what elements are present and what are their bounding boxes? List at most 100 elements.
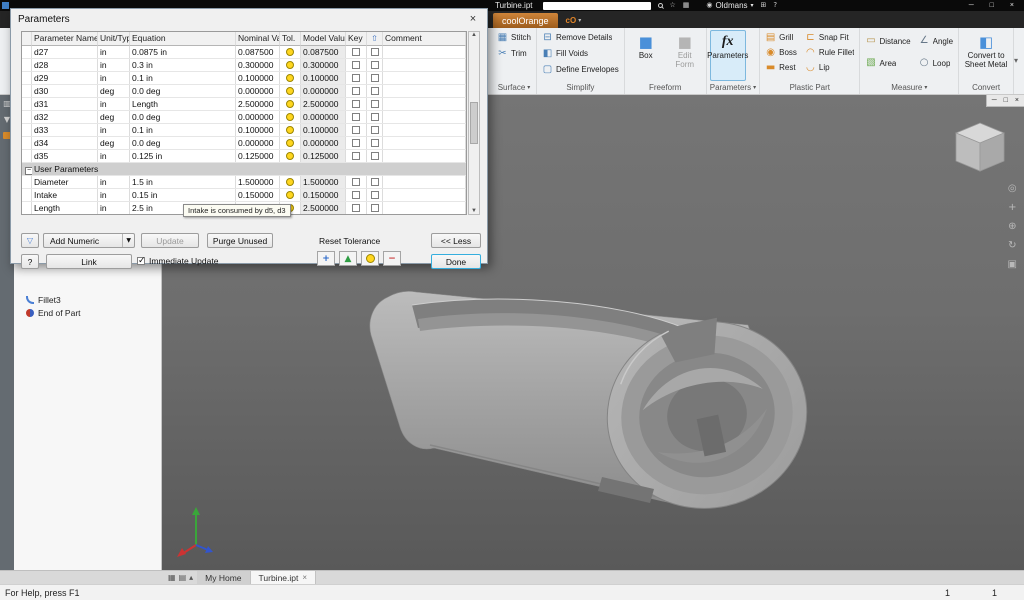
comment-cell[interactable] (383, 176, 466, 188)
key-checkbox[interactable] (352, 74, 360, 82)
export-checkbox[interactable] (371, 113, 379, 121)
param-row[interactable]: d28in0.3 in0.3000000.300000 (22, 59, 466, 72)
tolerance-indicator-icon[interactable] (286, 74, 294, 82)
tolerance-median-button[interactable]: ▲ (339, 251, 357, 266)
ribbon-button-convert-to-sheet-metal[interactable]: ◧Convert to Sheet Metal (962, 30, 1010, 81)
app-icon[interactable] (2, 2, 9, 9)
search-box[interactable] (543, 2, 651, 10)
tolerance-indicator-icon[interactable] (286, 139, 294, 147)
key-checkbox[interactable] (352, 152, 360, 160)
key-checkbox[interactable] (352, 87, 360, 95)
expand-docbar-icon[interactable]: ▴ (189, 573, 193, 582)
col-parameter-name[interactable]: Parameter Name (32, 32, 98, 46)
doc-restore-icon[interactable]: □ (1004, 97, 1008, 104)
ribbon-group-label[interactable]: Simplify (540, 81, 621, 94)
ribbon-button-trim[interactable]: ✂Trim (495, 46, 533, 61)
key-checkbox[interactable] (352, 178, 360, 186)
switch-document-icon[interactable]: ▤ (179, 573, 187, 582)
export-checkbox[interactable] (371, 204, 379, 212)
tab-coolorange[interactable]: coolOrange (493, 13, 558, 28)
tolerance-indicator-icon[interactable] (286, 178, 294, 186)
export-checkbox[interactable] (371, 48, 379, 56)
ribbon-button-grill[interactable]: ▤Grill (763, 30, 799, 45)
ribbon-button-define-envelopes[interactable]: ▢Define Envelopes (540, 62, 621, 77)
key-checkbox[interactable] (352, 48, 360, 56)
orbit-icon[interactable]: ↻ (1008, 240, 1016, 251)
comment-cell[interactable] (383, 202, 466, 214)
ribbon-button-rest[interactable]: ▬Rest (763, 60, 799, 75)
export-checkbox[interactable] (371, 178, 379, 186)
tolerance-indicator-icon[interactable] (286, 100, 294, 108)
look-at-icon[interactable]: ▣ (1008, 259, 1017, 270)
key-checkbox[interactable] (352, 191, 360, 199)
less-button[interactable]: << Less (431, 233, 481, 248)
immediate-update-checkbox[interactable]: Immediate Update (137, 255, 218, 267)
tile-windows-icon[interactable]: ▦ (168, 573, 176, 582)
ribbon-button-loop[interactable]: ○Loop (917, 56, 955, 71)
comment-cell[interactable] (383, 124, 466, 136)
account-menu[interactable]: ◉ Oldmans ▾ (699, 1, 753, 10)
ribbon-button-stitch[interactable]: ▦Stitch (495, 30, 533, 45)
tolerance-indicator-icon[interactable] (286, 191, 294, 199)
screenshot-icon[interactable]: ▦ (683, 2, 690, 9)
tolerance-indicator-icon[interactable] (286, 87, 294, 95)
ribbon-button-snap-fit[interactable]: ⊏Snap Fit (803, 30, 857, 45)
export-checkbox[interactable] (371, 139, 379, 147)
maximize-icon[interactable]: □ (990, 2, 994, 9)
key-checkbox[interactable] (352, 204, 360, 212)
comment-cell[interactable] (383, 59, 466, 71)
export-checkbox[interactable] (371, 61, 379, 69)
comment-cell[interactable] (383, 137, 466, 149)
key-checkbox[interactable] (352, 100, 360, 108)
navigation-wheel-icon[interactable]: ◎ (1008, 183, 1017, 194)
scroll-thumb[interactable] (470, 102, 478, 144)
param-row[interactable]: d33in0.1 in0.1000000.100000 (22, 124, 466, 137)
tolerance-negative-button[interactable]: − (383, 251, 401, 266)
comment-cell[interactable] (383, 85, 466, 97)
ribbon-button-rule-fillet[interactable]: ◠Rule Fillet (803, 45, 857, 60)
ribbon-options-button[interactable]: ▾ (1014, 56, 1018, 65)
comment-cell[interactable] (383, 189, 466, 201)
comment-cell[interactable] (383, 111, 466, 123)
col-export[interactable]: ⇧ (367, 32, 383, 46)
done-button[interactable]: Done (431, 254, 481, 269)
ribbon-group-label[interactable]: Parameters▾ (710, 81, 756, 94)
close-icon[interactable]: × (1010, 2, 1014, 9)
search-input[interactable] (543, 2, 651, 10)
param-row[interactable]: d30deg0.0 deg0.0000000.000000 (22, 85, 466, 98)
doc-close-icon[interactable]: × (1015, 97, 1019, 104)
col-nominal[interactable]: Nominal Valu (236, 32, 280, 46)
pan-icon[interactable]: + (1008, 202, 1016, 213)
link-button[interactable]: Link (46, 254, 132, 269)
ribbon-button-lip[interactable]: ◡Lip (803, 60, 857, 75)
close-tab-icon[interactable]: × (302, 573, 307, 582)
help-button[interactable]: ? (21, 254, 39, 269)
dialog-close-icon[interactable]: × (466, 13, 480, 25)
key-checkbox[interactable] (352, 61, 360, 69)
param-row[interactable]: d34deg0.0 deg0.0000000.000000 (22, 137, 466, 150)
tolerance-indicator-icon[interactable] (286, 126, 294, 134)
ribbon-group-label[interactable]: Freeform (628, 81, 703, 94)
tolerance-indicator-icon[interactable] (286, 152, 294, 160)
collapse-icon[interactable]: − (25, 167, 32, 175)
help-icon[interactable]: ? (773, 2, 777, 9)
col-equation[interactable]: Equation (130, 32, 236, 46)
table-scrollbar[interactable]: ▲ ▼ (468, 31, 480, 215)
doc-tab-my-home[interactable]: My Home (197, 571, 250, 584)
ribbon-button-distance[interactable]: ▭Distance (863, 34, 912, 49)
param-row[interactable]: Intakein0.15 in0.1500000.150000 (22, 189, 466, 202)
ribbon-button-area[interactable]: ▧Area (863, 56, 912, 71)
export-checkbox[interactable] (371, 87, 379, 95)
minimize-icon[interactable]: ─ (969, 2, 974, 9)
ribbon-button-fill-voids[interactable]: ◧Fill Voids (540, 46, 621, 61)
col-comment[interactable]: Comment (383, 32, 466, 46)
purge-unused-button[interactable]: Purge Unused (207, 233, 273, 248)
param-row[interactable]: Diameterin1.5 in1.5000001.500000 (22, 176, 466, 189)
scroll-up-icon[interactable]: ▲ (471, 32, 477, 38)
chevron-down-icon[interactable]: ▼ (122, 234, 134, 247)
tolerance-positive-button[interactable]: + (317, 251, 335, 266)
doc-minimize-icon[interactable]: ─ (992, 97, 997, 104)
ribbon-group-label[interactable]: Convert (962, 81, 1010, 94)
export-checkbox[interactable] (371, 152, 379, 160)
ribbon-group-label[interactable]: Measure▾ (863, 81, 955, 94)
